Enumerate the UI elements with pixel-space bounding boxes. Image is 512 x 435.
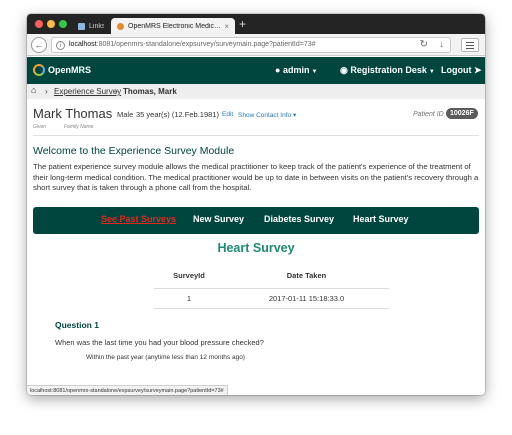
tab-openmrs[interactable]: OpenMRS Electronic Medic… ×: [111, 18, 235, 34]
logout-icon: ➤: [474, 65, 482, 75]
download-icon[interactable]: ↓: [439, 39, 444, 50]
chevron-down-icon: ▾: [292, 112, 297, 119]
patient-gender: Male: [117, 110, 134, 119]
table-cell-date-taken: 2017-01-11 15:18:33.0: [224, 288, 389, 309]
chevron-down-icon: ▼: [428, 69, 435, 75]
tab-close-icon[interactable]: ×: [224, 22, 229, 31]
module-description: The patient experience survey module all…: [33, 162, 479, 192]
reload-icon[interactable]: ↻: [420, 39, 428, 50]
chevron-down-icon: ▼: [311, 69, 318, 75]
browser-toolbar: ← i localhost:8081/openmrs-standalone/ex…: [27, 34, 485, 56]
location-menu[interactable]: ◉ Registration Desk ▼: [340, 65, 435, 76]
home-icon[interactable]: ⌂: [31, 85, 36, 95]
show-contact-info-link[interactable]: Show Contact Info ▾: [238, 111, 296, 119]
user-icon: ●: [275, 65, 281, 75]
breadcrumb-current: Thomas, Mark: [123, 87, 177, 96]
url-host: localhost: [69, 41, 97, 48]
tab-links-label: Links: [89, 22, 104, 30]
map-marker-icon: ◉: [340, 65, 348, 75]
given-name-caption: Given: [33, 124, 47, 130]
see-past-surveys-link[interactable]: See Past Surveys: [101, 214, 176, 224]
patient-name: Mark Thomas: [33, 106, 113, 121]
back-arrow-icon[interactable]: ←: [31, 37, 47, 53]
question-text: When was the last time you had your bloo…: [55, 338, 264, 347]
table-header-row: SurveyId Date Taken: [154, 264, 389, 289]
close-window-button[interactable]: [35, 20, 43, 28]
patient-id-badge: 10026F: [446, 108, 478, 119]
column-header-date-taken: Date Taken: [224, 264, 389, 289]
minimize-window-button[interactable]: [47, 20, 55, 28]
edit-patient-link[interactable]: Edit: [222, 111, 233, 118]
app-header: OpenMRS ● admin ▼ ◉ Registration Desk ▼ Lo…: [27, 57, 485, 84]
show-contact-info-label: Show Contact Info: [238, 112, 292, 119]
survey-table: SurveyId Date Taken 1 2017-01-11 15:18:3…: [154, 264, 389, 309]
status-bar-url: localhost:8081/openmrs-standalone/expsur…: [27, 385, 228, 395]
breadcrumb-link-experience-survey[interactable]: Experience Survey: [54, 87, 121, 96]
hamburger-menu-icon[interactable]: [461, 38, 479, 52]
browser-window: Links OpenMRS Electronic Medic… × + ← i …: [27, 14, 485, 395]
url-text: localhost:8081/openmrs-standalone/expsur…: [69, 41, 316, 48]
column-header-survey-id: SurveyId: [154, 264, 224, 289]
heart-survey-link[interactable]: Heart Survey: [353, 214, 409, 224]
table-row[interactable]: 1 2017-01-11 15:18:33.0: [154, 288, 389, 309]
tab-openmrs-label: OpenMRS Electronic Medic…: [128, 22, 221, 30]
browser-tab-bar: Links OpenMRS Electronic Medic… × +: [27, 14, 485, 34]
divider: [33, 135, 479, 136]
url-path: :8081/openmrs-standalone/expsurvey/surve…: [96, 41, 316, 48]
address-bar[interactable]: i localhost:8081/openmrs-standalone/exps…: [51, 37, 451, 53]
page-title: Welcome to the Experience Survey Module: [33, 145, 235, 157]
brand-name[interactable]: OpenMRS: [48, 65, 91, 75]
logout-label: Logout: [441, 65, 472, 75]
location-name: Registration Desk: [350, 65, 427, 75]
new-tab-button[interactable]: +: [239, 17, 246, 31]
survey-title: Heart Survey: [217, 241, 295, 255]
table-cell-survey-id: 1: [154, 288, 224, 309]
diabetes-survey-link[interactable]: Diabetes Survey: [264, 214, 334, 224]
survey-nav-bar: See Past Surveys New Survey Diabetes Sur…: [33, 207, 479, 234]
tab-links[interactable]: Links: [72, 18, 110, 34]
family-name-caption: Family Name: [64, 124, 94, 130]
maximize-window-button[interactable]: [59, 20, 67, 28]
folder-icon: [78, 22, 85, 30]
info-icon[interactable]: i: [56, 41, 65, 50]
openmrs-favicon: [117, 22, 124, 30]
patient-age: 35 year(s) (12.Feb.1981): [136, 110, 219, 119]
chevron-right-icon: ›: [115, 87, 118, 96]
openmrs-logo-icon[interactable]: [33, 64, 45, 76]
chevron-right-icon: ›: [45, 87, 48, 96]
question-answer: Within the past year (anytime less than …: [86, 354, 245, 361]
question-title: Question 1: [55, 320, 99, 330]
new-survey-link[interactable]: New Survey: [193, 214, 244, 224]
patient-id-label: Patient ID: [413, 111, 444, 118]
user-menu[interactable]: ● admin ▼: [275, 65, 317, 75]
user-name: admin: [282, 65, 310, 75]
logout-button[interactable]: Logout ➤: [441, 65, 482, 76]
breadcrumb: ⌂ › Experience Survey › Thomas, Mark: [27, 84, 485, 99]
